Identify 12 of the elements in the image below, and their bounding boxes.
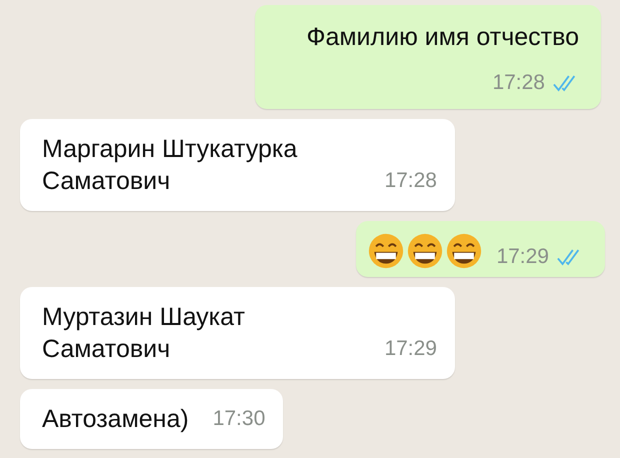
message-time: 17:28: [492, 70, 545, 96]
message-text: Автозамена): [42, 404, 189, 435]
message-time: 17:29: [496, 245, 549, 269]
message-time: 17:30: [212, 406, 266, 432]
grinning-face-icon: [407, 233, 444, 269]
grinning-face-icon: [368, 233, 404, 269]
message-time: 17:29: [384, 336, 437, 362]
message-text: Маргарин Штукатурка Саматович: [42, 134, 298, 197]
message-text: Муртазин Шаукат Саматович: [42, 302, 245, 365]
message-time: 17:28: [384, 168, 437, 194]
grinning-face-icon: [446, 233, 482, 269]
message-text: Фамилию имя отчество: [305, 22, 579, 53]
